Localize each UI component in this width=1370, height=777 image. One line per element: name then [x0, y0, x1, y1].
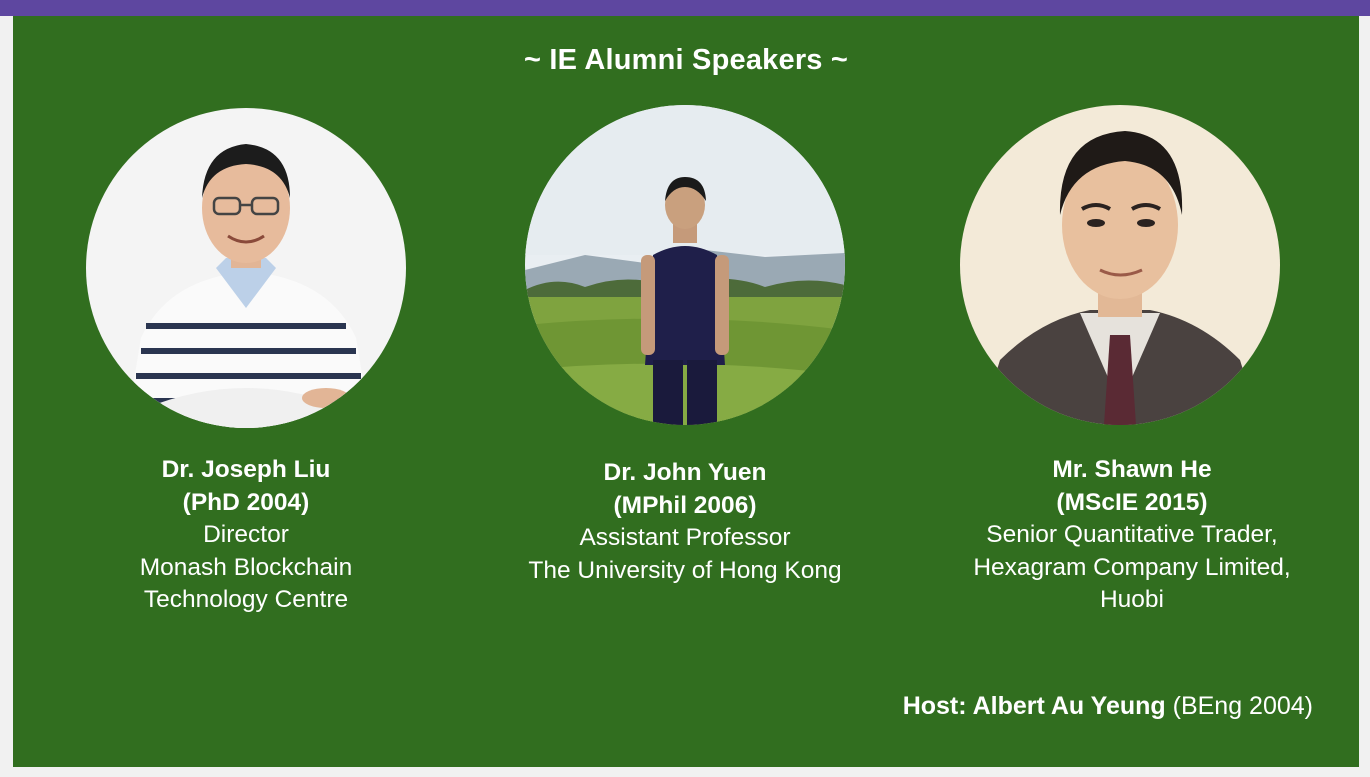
host-degree: (BEng 2004) — [1172, 692, 1313, 720]
speaker-degree: (MScIE 2015) — [1056, 488, 1208, 516]
header-bar — [0, 0, 1370, 16]
speaker-photo-shawn-he — [960, 105, 1280, 425]
speaker-organization: Hexagram Company Limited, — [973, 553, 1291, 581]
slide-title: ~ IE Alumni Speakers ~ — [523, 44, 849, 76]
speaker-photo-joseph-liu — [86, 108, 406, 428]
speaker-degree: (MPhil 2006) — [613, 491, 757, 519]
speaker-name: Dr. John Yuen — [603, 459, 767, 486]
speaker-organization: Monash Blockchain — [139, 553, 353, 581]
speaker-photo-john-yuen — [525, 105, 845, 425]
speaker-degree: (PhD 2004) — [182, 488, 310, 516]
speaker-organization: Technology Centre — [143, 586, 349, 613]
speaker-title: Director — [203, 521, 289, 548]
speaker-organization: The University of Hong Kong — [528, 556, 842, 584]
speaker-card-john-yuen: Dr. John Yuen (MPhil 2006) Assistant Pro… — [475, 457, 895, 587]
speaker-title: Senior Quantitative Trader, — [986, 521, 1278, 548]
host-line: Host: Albert Au Yeung (BEng 2004) — [903, 692, 1313, 721]
speaker-card-joseph-liu: Dr. Joseph Liu (PhD 2004) Director Monas… — [36, 454, 456, 617]
speaker-name: Dr. Joseph Liu — [161, 456, 331, 483]
slide: ~ IE Alumni Speakers ~ Dr. Joseph Liu (P… — [13, 16, 1359, 767]
host-label: Host: Albert Au Yeung — [902, 692, 1166, 720]
speaker-card-shawn-he: Mr. Shawn He (MScIE 2015) Senior Quantit… — [922, 454, 1342, 617]
speaker-organization: Huobi — [1099, 586, 1164, 613]
speaker-name: Mr. Shawn He — [1052, 456, 1212, 483]
speaker-title: Assistant Professor — [579, 524, 791, 551]
